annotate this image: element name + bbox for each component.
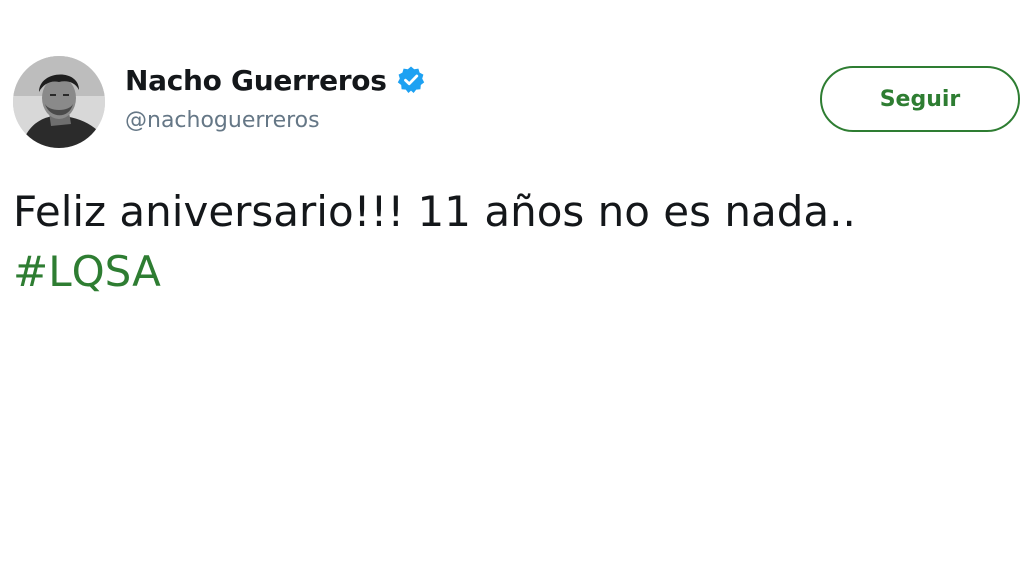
- avatar-photo: [13, 56, 105, 148]
- verified-badge-icon: [396, 65, 426, 95]
- author-handle[interactable]: @nachoguerreros: [125, 108, 320, 133]
- author-name-row: Nacho Guerreros: [125, 60, 426, 100]
- avatar[interactable]: [13, 56, 105, 148]
- follow-button[interactable]: Seguir: [820, 66, 1020, 132]
- tweet-card: Nacho Guerreros @nachoguerreros Seguir F…: [0, 0, 1024, 576]
- tweet-text: Feliz aniversario!!! 11 años no es nada.…: [13, 182, 1013, 302]
- hashtag-link[interactable]: #LQSA: [13, 247, 161, 296]
- tweet-body: Feliz aniversario!!! 11 años no es nada.…: [13, 187, 856, 236]
- author-display-name[interactable]: Nacho Guerreros: [125, 64, 387, 97]
